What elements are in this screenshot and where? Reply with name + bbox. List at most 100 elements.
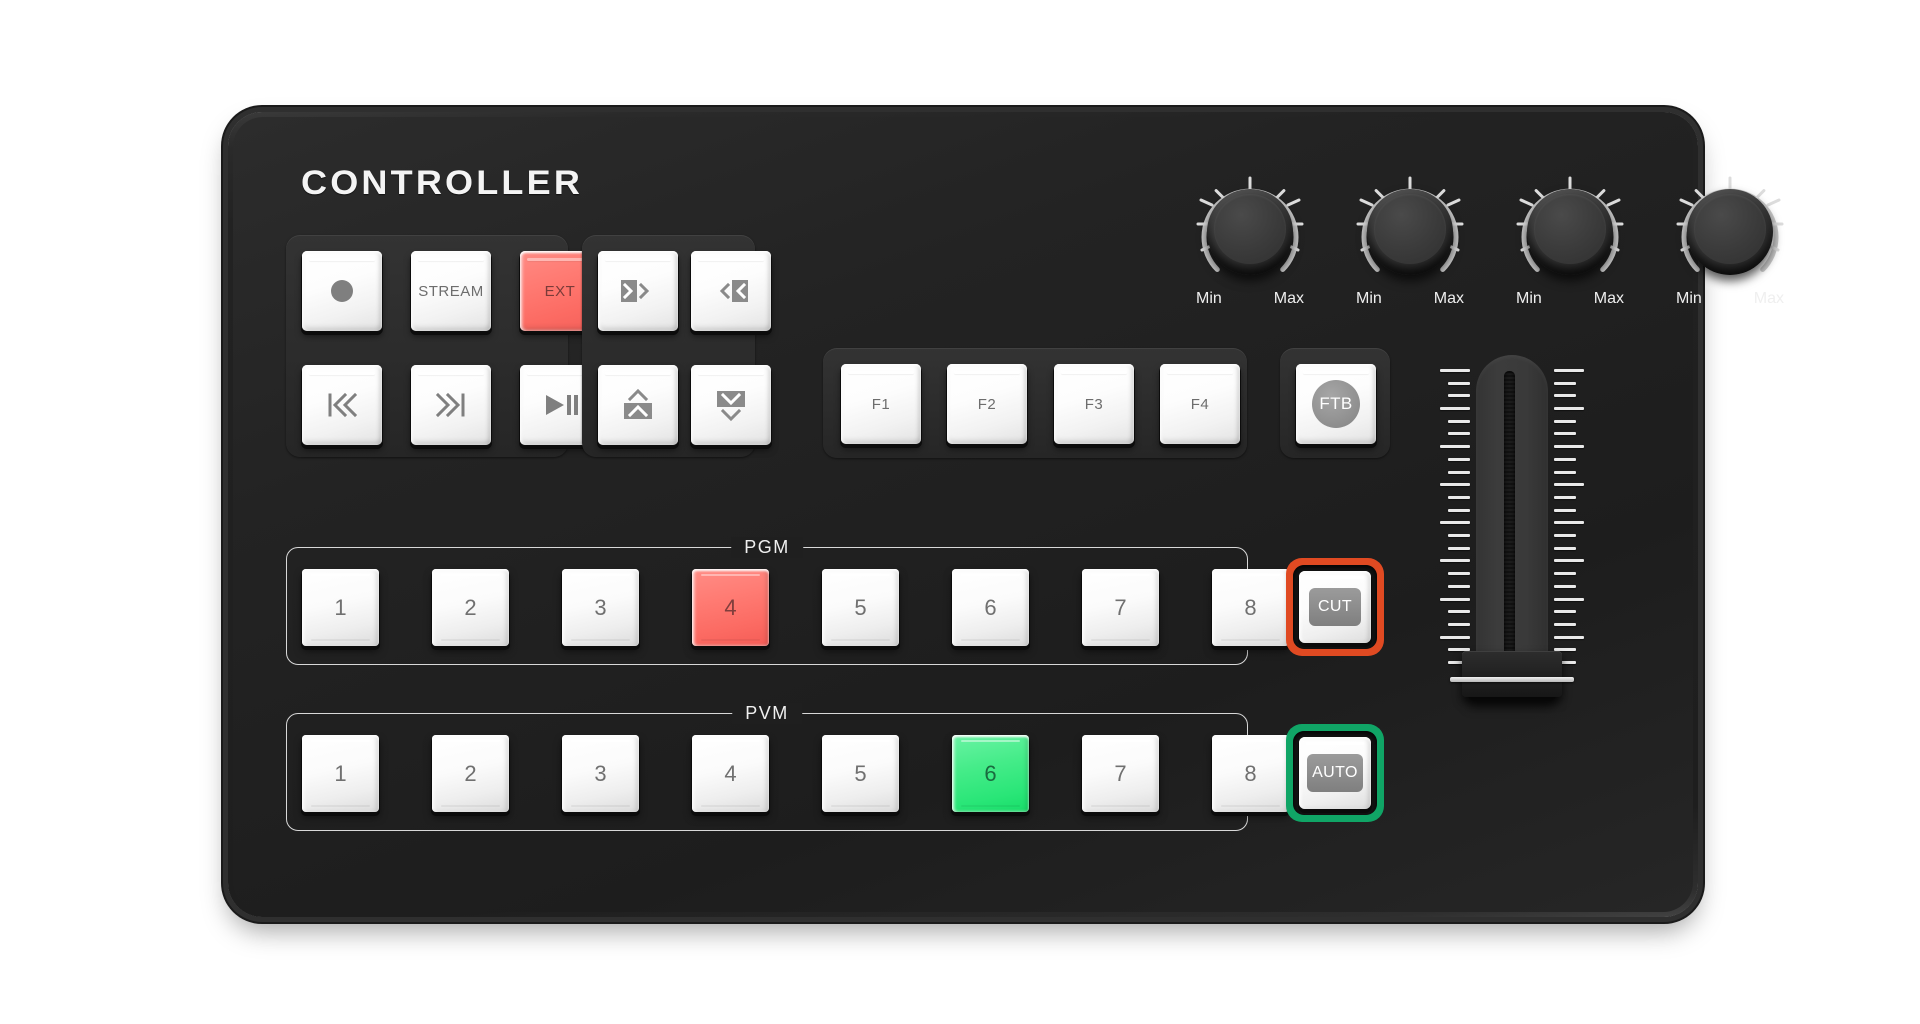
pgm-button-1-label: 1 [334,594,347,620]
f1-button-label: F1 [871,395,891,413]
pgm-button-7[interactable]: 7 [1082,569,1159,646]
t-bar-tick [1554,546,1576,550]
knob-4[interactable]: Min Max [1670,172,1790,322]
t-bar-tick [1554,369,1584,372]
t-bar-tick [1554,432,1576,436]
t-bar-tick [1448,394,1470,398]
t-bar-tick [1554,495,1576,499]
t-bar-fader[interactable] [1440,355,1584,715]
knob-1-max-label: Max [1273,290,1304,307]
next-boxed-right-icon [618,277,658,305]
stream-button[interactable]: STREAM [411,251,491,331]
pvm-button-6[interactable]: 6 [952,735,1029,812]
play-pause-icon [542,393,578,417]
fast-forward-end-icon [433,392,469,418]
knob-3-body[interactable] [1527,189,1613,275]
pgm-button-4[interactable]: 4 [692,569,769,646]
t-bar-tick [1440,483,1470,487]
f4-button[interactable]: F4 [1160,364,1240,444]
knob-2-scale-labels: Min Max [1350,290,1470,308]
t-bar-tick [1440,369,1470,372]
pvm-button-3[interactable]: 3 [562,735,639,812]
knob-4-body[interactable] [1687,189,1773,275]
down-boxed-icon [713,386,749,424]
t-bar-tick [1554,622,1576,626]
knob-2-max-label: Max [1433,290,1464,307]
record-button[interactable] [302,251,382,331]
pvm-button-7[interactable]: 7 [1082,735,1159,812]
ftb-button[interactable]: FTB [1296,364,1376,444]
knob-1-body[interactable] [1207,189,1293,275]
t-bar-tick [1554,470,1576,474]
knob-2-min-label: Min [1356,290,1382,307]
fast-forward-button[interactable] [411,365,491,445]
pgm-button-1[interactable]: 1 [302,569,379,646]
pvm-button-2-label: 2 [464,760,477,786]
skip-to-start-button[interactable] [302,365,382,445]
f2-button[interactable]: F2 [947,364,1027,444]
t-bar-tick [1554,445,1584,449]
f3-button[interactable]: F3 [1054,364,1134,444]
pvm-button-5-label: 5 [854,760,867,786]
knob-3[interactable]: Min Max [1510,172,1630,322]
ext-button-label: EXT [544,282,576,300]
f1-button[interactable]: F1 [841,364,921,444]
auto-button[interactable]: AUTO [1286,724,1384,822]
pvm-button-1[interactable]: 1 [302,735,379,812]
page-prev-button[interactable] [691,251,771,331]
t-bar-tick [1554,584,1576,588]
pgm-button-4-label: 4 [724,594,737,620]
ftb-button-label: FTB [1312,380,1360,428]
pgm-button-8[interactable]: 8 [1212,569,1289,646]
knob-1-scale-labels: Min Max [1190,290,1310,308]
t-bar-handle[interactable] [1450,651,1574,697]
pgm-button-2[interactable]: 2 [432,569,509,646]
page-down-button[interactable] [691,365,771,445]
pgm-button-3[interactable]: 3 [562,569,639,646]
pgm-button-5[interactable]: 5 [822,569,899,646]
pgm-button-3-label: 3 [594,594,607,620]
f2-button-label: F2 [977,395,997,413]
pgm-button-7-label: 7 [1114,594,1127,620]
pgm-button-6[interactable]: 6 [952,569,1029,646]
knob-1-min-label: Min [1196,290,1222,307]
auto-button-cap: AUTO [1299,737,1371,809]
pvm-button-8[interactable]: 8 [1212,735,1289,812]
t-bar-tick [1448,470,1470,474]
t-bar-tick [1554,559,1584,563]
page-up-button[interactable] [598,365,678,445]
t-bar-groove [1504,371,1515,663]
pvm-button-8-label: 8 [1244,760,1257,786]
pgm-button-2-label: 2 [464,594,477,620]
pvm-button-2[interactable]: 2 [432,735,509,812]
t-bar-tick [1448,610,1470,614]
pvm-button-1-label: 1 [334,760,347,786]
t-bar-tick [1554,572,1576,576]
t-bar-tick [1440,559,1470,563]
knob-4-max-label: Max [1753,290,1784,307]
pgm-button-6-label: 6 [984,594,997,620]
auto-button-label: AUTO [1307,754,1363,792]
t-bar-tick [1554,419,1576,423]
knob-2-body[interactable] [1367,189,1453,275]
t-bar-tick [1440,407,1470,411]
pvm-button-3-label: 3 [594,760,607,786]
knob-1[interactable]: Min Max [1190,172,1310,322]
prev-boxed-left-icon [711,277,751,305]
page-next-button[interactable] [598,251,678,331]
t-bar-tick [1448,622,1470,626]
t-bar-tick [1448,495,1470,499]
pvm-button-5[interactable]: 5 [822,735,899,812]
knob-2[interactable]: Min Max [1350,172,1470,322]
cut-button-label: CUT [1309,588,1361,626]
pvm-button-4-label: 4 [724,760,737,786]
f4-button-label: F4 [1190,395,1210,413]
t-bar-tick [1448,381,1470,385]
pvm-button-4[interactable]: 4 [692,735,769,812]
cut-button[interactable]: CUT [1286,558,1384,656]
t-bar-tick [1554,597,1584,601]
knob-3-scale-labels: Min Max [1510,290,1630,308]
t-bar-tick [1554,508,1576,512]
t-bar-tick [1554,394,1576,398]
controller-device: CONTROLLER STREAM EXT F1 F2 F3 F4 FTB Mi… [228,112,1784,917]
